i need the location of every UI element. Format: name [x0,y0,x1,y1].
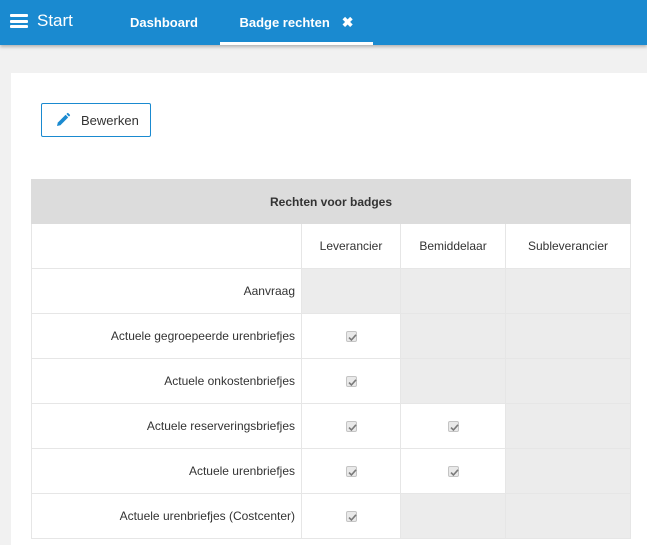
table-row: Actuele reserveringsbriefjes [31,404,631,449]
checkmark-icon [347,513,357,521]
permission-cell-leverancier [301,449,400,493]
start-menu-button[interactable]: Start [10,0,73,42]
checkmark-icon [347,378,357,386]
permission-cell-subleverancier [505,449,631,493]
permission-cell-leverancier [301,269,400,313]
permission-cell-subleverancier [505,494,631,538]
row-label: Actuele onkostenbriefjes [31,359,301,403]
permission-cell-subleverancier [505,314,631,358]
permission-cell-bemiddelaar [400,314,505,358]
checkbox-checked[interactable] [345,420,357,432]
pencil-icon [57,112,71,126]
permission-cell-subleverancier [505,359,631,403]
table-row: Aanvraag [31,269,631,314]
permission-cell-bemiddelaar [400,404,505,448]
permission-cell-bemiddelaar [400,494,505,538]
table-row: Actuele urenbriefjes (Costcenter) [31,494,631,539]
permissions-table: Rechten voor badges Leverancier Bemiddel… [31,179,631,539]
checkmark-icon [347,468,357,476]
permission-cell-subleverancier [505,269,631,313]
column-header-subleverancier: Subleverancier [505,224,631,268]
column-header-bemiddelaar: Bemiddelaar [400,224,505,268]
checkbox-checked[interactable] [345,375,357,387]
tab-badge-rechten-label: Badge rechten [239,15,330,30]
row-label: Actuele urenbriefjes (Costcenter) [31,494,301,538]
row-label: Actuele reserveringsbriefjes [31,404,301,448]
checkmark-icon [347,423,357,431]
edit-button-label: Bewerken [81,112,139,128]
permission-cell-bemiddelaar [400,449,505,493]
checkbox-checked[interactable] [447,465,459,477]
tab-dashboard-label: Dashboard [130,15,198,30]
permission-cell-leverancier [301,404,400,448]
permission-rows: Aanvraag Actuele gegroepeerde urenbriefje… [31,269,631,539]
table-title: Rechten voor badges [31,179,631,224]
row-label: Actuele gegroepeerde urenbriefjes [31,314,301,358]
column-header-leverancier: Leverancier [301,224,400,268]
checkbox-checked[interactable] [345,330,357,342]
permission-cell-leverancier [301,314,400,358]
tab-dashboard[interactable]: Dashboard [110,0,218,45]
table-row: Actuele urenbriefjes [31,449,631,494]
table-row: Actuele gegroepeerde urenbriefjes [31,314,631,359]
edit-button[interactable]: Bewerken [41,103,151,137]
checkmark-icon [449,468,459,476]
close-icon[interactable]: ✖ [342,14,354,31]
checkmark-icon [449,423,459,431]
permission-cell-subleverancier [505,404,631,448]
row-label: Aanvraag [31,269,301,313]
hamburger-icon [10,14,28,28]
permission-cell-leverancier [301,359,400,403]
permission-cell-leverancier [301,494,400,538]
row-label-header [31,224,301,268]
checkbox-checked[interactable] [345,510,357,522]
tab-badge-rechten[interactable]: Badge rechten ✖ [220,0,373,45]
checkmark-icon [347,333,357,341]
start-label: Start [37,11,73,30]
top-bar: Start Dashboard Badge rechten ✖ [0,0,647,45]
column-header-row: Leverancier Bemiddelaar Subleverancier [31,224,631,269]
checkbox-checked[interactable] [447,420,459,432]
checkbox-checked[interactable] [345,465,357,477]
row-label: Actuele urenbriefjes [31,449,301,493]
permission-cell-bemiddelaar [400,269,505,313]
permission-cell-bemiddelaar [400,359,505,403]
table-row: Actuele onkostenbriefjes [31,359,631,404]
